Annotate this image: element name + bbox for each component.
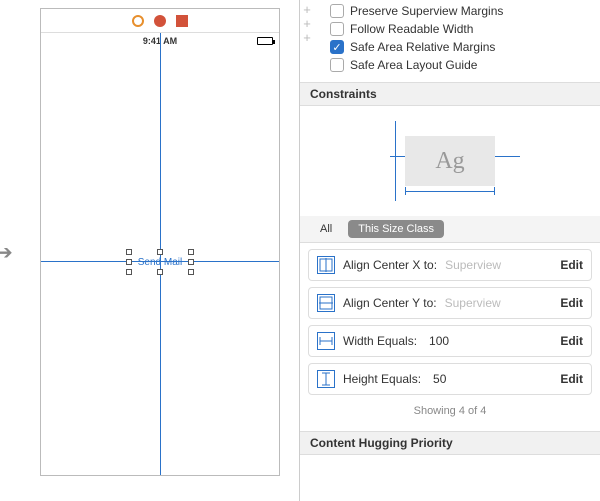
constraint-target: Superview	[445, 296, 501, 310]
constraint-row-center-y[interactable]: Align Center Y to: Superview Edit	[308, 287, 592, 319]
edit-button[interactable]: Edit	[560, 372, 583, 386]
plus-icon[interactable]: +	[300, 4, 314, 16]
resize-handle[interactable]	[188, 269, 194, 275]
resize-handle[interactable]	[188, 259, 194, 265]
constraint-filter: All This Size Class	[300, 216, 600, 243]
edit-button[interactable]: Edit	[560, 258, 583, 272]
checkbox-icon[interactable]: ✓	[330, 40, 344, 54]
constraint-target: Superview	[445, 258, 501, 272]
filter-all-button[interactable]: All	[310, 220, 342, 238]
check-preserve-superview[interactable]: Preserve Superview Margins	[330, 2, 590, 20]
gear-icon[interactable]	[132, 15, 144, 27]
first-responder-icon[interactable]	[154, 15, 166, 27]
constraints-header: Constraints	[300, 82, 600, 106]
showing-count: Showing 4 of 4	[308, 401, 592, 425]
width-icon	[317, 332, 335, 350]
resize-handle[interactable]	[126, 269, 132, 275]
edit-button[interactable]: Edit	[560, 334, 583, 348]
height-icon	[317, 370, 335, 388]
resize-handle[interactable]	[188, 249, 194, 255]
canvas-pane: ➔ 9:41 AM Send Mail	[0, 0, 300, 501]
checkbox-icon[interactable]	[330, 58, 344, 72]
constraints-preview: Ag	[300, 106, 600, 216]
check-label: Follow Readable Width	[350, 22, 473, 36]
filter-size-class-button[interactable]: This Size Class	[348, 220, 444, 238]
check-follow-readable[interactable]: Follow Readable Width	[330, 20, 590, 38]
constraint-row-height[interactable]: Height Equals: 50 Edit	[308, 363, 592, 395]
preview-glyph: Ag	[405, 136, 495, 186]
checkbox-icon[interactable]	[330, 4, 344, 18]
constraint-row-center-x[interactable]: Align Center X to: Superview Edit	[308, 249, 592, 281]
center-y-icon	[317, 294, 335, 312]
check-label: Safe Area Layout Guide	[350, 58, 477, 72]
constraint-value: 50	[433, 372, 446, 386]
add-gutter: + + +	[300, 0, 314, 44]
constraint-label: Width Equals:	[343, 334, 417, 348]
plus-icon[interactable]: +	[300, 32, 314, 44]
constraint-label: Align Center Y to:	[343, 296, 437, 310]
back-arrow-icon[interactable]: ➔	[0, 240, 13, 265]
constraint-value: 100	[429, 334, 449, 348]
resize-handle[interactable]	[126, 259, 132, 265]
edit-button[interactable]: Edit	[560, 296, 583, 310]
check-safe-area-margins[interactable]: ✓ Safe Area Relative Margins	[330, 38, 590, 56]
resize-handle[interactable]	[157, 269, 163, 275]
selected-button-label: Send Mail	[138, 257, 182, 268]
check-label: Safe Area Relative Margins	[350, 40, 495, 54]
exit-icon[interactable]	[176, 15, 188, 27]
scene-toolbar	[41, 9, 279, 33]
size-inspector: Preserve Superview Margins Follow Readab…	[300, 0, 600, 501]
check-safe-area-guide[interactable]: Safe Area Layout Guide	[330, 56, 590, 74]
hugging-header: Content Hugging Priority	[300, 431, 600, 455]
constraint-list: Align Center X to: Superview Edit Align …	[300, 243, 600, 431]
constraint-label: Align Center X to:	[343, 258, 437, 272]
resize-handle[interactable]	[126, 249, 132, 255]
selected-button[interactable]: Send Mail	[130, 253, 190, 271]
device-frame: 9:41 AM Send Mail	[40, 8, 280, 476]
checkbox-icon[interactable]	[330, 22, 344, 36]
plus-icon[interactable]: +	[300, 18, 314, 30]
constraint-row-width[interactable]: Width Equals: 100 Edit	[308, 325, 592, 357]
battery-icon	[257, 37, 273, 45]
check-label: Preserve Superview Margins	[350, 4, 503, 18]
constraint-label: Height Equals:	[343, 372, 421, 386]
resize-handle[interactable]	[157, 249, 163, 255]
layout-margins-group: Preserve Superview Margins Follow Readab…	[300, 0, 600, 82]
center-x-icon	[317, 256, 335, 274]
